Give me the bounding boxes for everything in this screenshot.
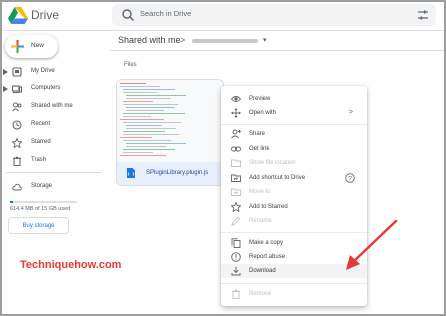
search-icon[interactable]	[121, 8, 135, 22]
help-icon[interactable]: ?	[345, 173, 355, 185]
link-icon	[231, 146, 241, 152]
sidebar-item-my-drive[interactable]: My Drive	[0, 64, 105, 80]
sidebar-item-shared-with-me[interactable]: Shared with me	[0, 99, 105, 115]
menu-item-label: Add to Starred	[249, 204, 288, 210]
menu-item-share[interactable]: Share	[221, 127, 367, 141]
sidebar-item-label: My Drive	[31, 68, 55, 74]
app-name: Drive	[31, 8, 60, 22]
new-button[interactable]: New	[5, 35, 58, 58]
sidebar-item-label: Recent	[31, 121, 51, 127]
menu-item-move-to: Move to	[221, 185, 367, 199]
storage-usage-text: 614.4 MB of 15 GB used	[10, 206, 71, 212]
menu-item-label: Make a copy	[249, 240, 284, 246]
sidebar-item-computers[interactable]: Computers	[0, 81, 105, 97]
trash-icon	[232, 289, 240, 299]
star-icon	[12, 138, 22, 148]
folder-icon	[231, 159, 241, 167]
search-options-icon[interactable]	[416, 8, 430, 22]
menu-item-remove: Remove	[221, 287, 367, 301]
menu-item-label: Add shortcut to Drive	[249, 175, 306, 181]
sidebar-item-label: Shared with me	[31, 103, 73, 109]
drive-logo-icon[interactable]	[8, 7, 28, 24]
menu-item-label: Download	[249, 268, 276, 274]
menu-item-label: Open with	[249, 110, 277, 116]
menu-item-add-to-starred[interactable]: Add to Starred	[221, 200, 367, 214]
files-section-label: Files	[124, 62, 137, 68]
chevron-down-icon[interactable]: ▾	[263, 36, 267, 44]
sidebar-item-starred[interactable]: Starred	[0, 135, 105, 151]
chevron-right-icon: >	[348, 109, 353, 116]
menu-item-open-with[interactable]: Open with >	[221, 106, 367, 120]
sidebar-item-label: Starred	[31, 139, 51, 145]
plus-icon	[11, 40, 24, 53]
header-divider	[0, 30, 446, 31]
top-bar: Drive Search in Drive	[0, 0, 446, 30]
move-icon	[231, 188, 241, 196]
shortcut-icon	[231, 174, 241, 182]
watermark-text: Techniquehow.com	[20, 259, 122, 271]
file-thumbnail	[117, 80, 223, 162]
menu-item-label: Get link	[249, 146, 270, 152]
clock-icon	[12, 120, 22, 130]
sidebar-item-label: Storage	[31, 183, 53, 189]
menu-item-label: Move to	[249, 189, 271, 195]
menu-item-label: Report abuse	[249, 254, 286, 260]
expand-caret-icon[interactable]	[3, 86, 8, 92]
file-card[interactable]: SPluginLibrary.plugin.js	[116, 79, 224, 186]
person-add-icon	[231, 129, 241, 139]
report-icon	[231, 252, 241, 262]
star-icon	[231, 202, 241, 212]
download-icon	[231, 266, 241, 276]
new-button-label: New	[31, 42, 45, 49]
menu-separator	[221, 124, 367, 125]
sidebar-item-storage[interactable]: Storage	[0, 179, 105, 195]
menu-item-label: Preview	[249, 96, 271, 102]
storage-usage-fill	[10, 201, 13, 203]
main-header-divider	[110, 50, 446, 51]
search-placeholder: Search in Drive	[140, 9, 192, 18]
sidebar-item-label: Trash	[31, 157, 47, 163]
sidebar-divider	[6, 172, 102, 173]
trash-icon	[13, 156, 21, 166]
storage-usage-bar	[10, 201, 77, 203]
shared-with-me-icon	[12, 102, 22, 112]
menu-item-label: Rename	[249, 218, 272, 224]
menu-separator	[221, 283, 367, 284]
file-name: SPluginLibrary.plugin.js	[146, 170, 209, 176]
breadcrumb-current-redacted[interactable]	[192, 39, 258, 43]
menu-item-get-link[interactable]: Get link	[221, 142, 367, 156]
search-input[interactable]: Search in Drive	[112, 4, 436, 26]
sidebar-item-recent[interactable]: Recent	[0, 117, 105, 133]
cloud-icon	[12, 183, 22, 191]
menu-item-add-shortcut[interactable]: Add shortcut to Drive ?	[221, 171, 367, 185]
menu-item-label: Show file location	[249, 160, 296, 166]
breadcrumb-root[interactable]: Shared with me	[118, 35, 181, 45]
menu-item-label: Remove	[249, 291, 272, 297]
open-with-icon	[231, 108, 241, 118]
help-icon-glyph: ?	[348, 175, 352, 182]
sidebar-item-trash[interactable]: Trash	[0, 153, 105, 169]
menu-item-preview[interactable]: Preview	[221, 92, 367, 106]
eye-icon	[231, 96, 241, 102]
sidebar-item-label: Computers	[31, 85, 61, 91]
pencil-icon	[231, 216, 241, 226]
buy-storage-label: Buy storage	[22, 223, 55, 229]
file-name-bar[interactable]: SPluginLibrary.plugin.js	[117, 162, 223, 185]
copy-icon	[231, 238, 241, 248]
buy-storage-button[interactable]: Buy storage	[8, 217, 69, 234]
breadcrumb-separator: >	[180, 35, 186, 45]
menu-item-label: Share	[249, 131, 266, 137]
menu-item-show-file-location: Show file location	[221, 156, 367, 170]
expand-caret-icon[interactable]	[3, 69, 8, 75]
script-file-icon	[127, 168, 135, 178]
annotation-arrow-icon	[346, 219, 398, 270]
computers-icon	[12, 85, 22, 94]
code-preview	[120, 83, 186, 156]
my-drive-icon	[12, 67, 22, 77]
